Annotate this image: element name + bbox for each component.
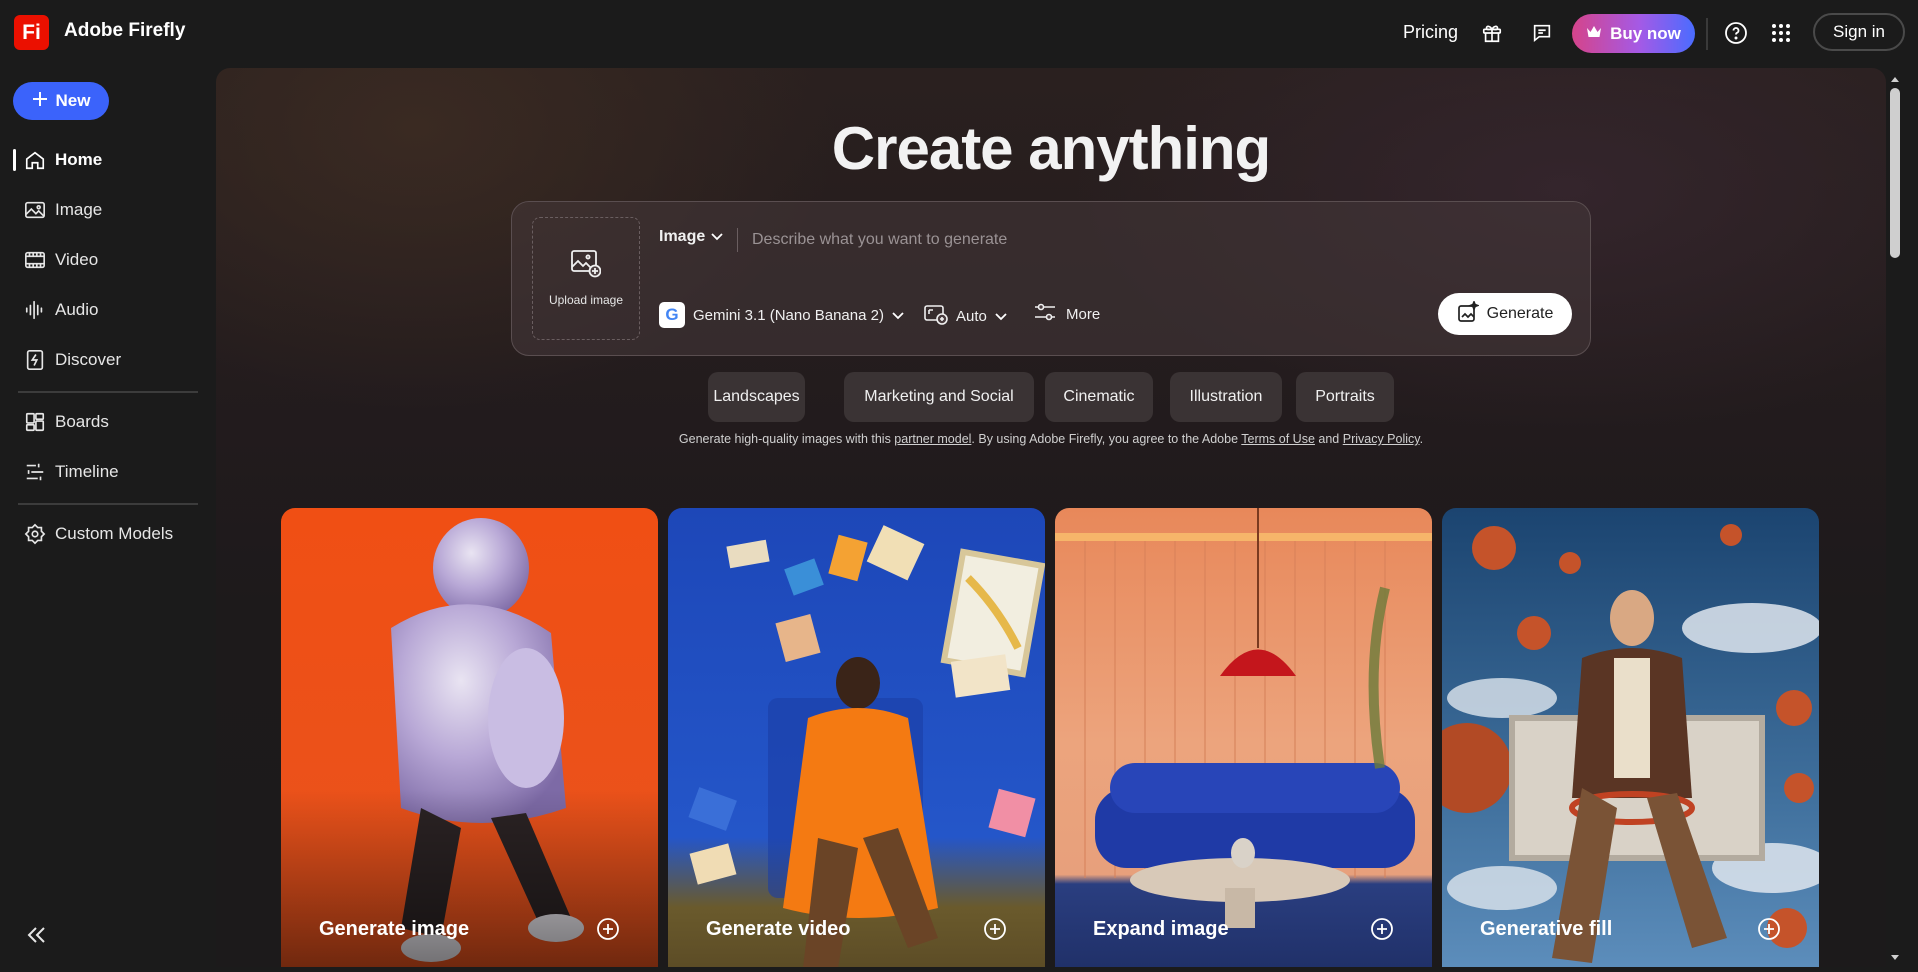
sidebar-item-label: Boards <box>55 412 109 431</box>
pricing-link[interactable]: Pricing <box>1403 22 1458 43</box>
card-image-puffer-jacket <box>281 508 658 967</box>
sidebar-item-label: Video <box>55 250 99 269</box>
collapse-sidebar-icon[interactable] <box>24 922 50 948</box>
buy-now-button[interactable]: Buy now <box>1572 14 1695 53</box>
prompt-divider <box>737 228 738 252</box>
chat-icon[interactable] <box>1530 21 1554 45</box>
discover-icon <box>24 349 46 371</box>
sidebar-item-timeline[interactable]: Timeline <box>0 452 210 492</box>
sidebar-item-audio[interactable]: Audio <box>0 290 210 330</box>
sidebar-item-label: Home <box>55 150 103 169</box>
card-image-basketball <box>1442 508 1819 967</box>
hero-title: Create anything <box>831 115 1271 182</box>
apps-grid-icon[interactable] <box>1769 21 1793 45</box>
add-circle-icon[interactable] <box>1369 916 1395 942</box>
sidebar-divider <box>18 391 198 393</box>
chevron-down-icon <box>711 228 723 246</box>
upload-image-label: Upload image <box>548 293 624 307</box>
card-generative-fill[interactable]: Generative fill <box>1442 508 1819 967</box>
privacy-policy-link[interactable]: Privacy Policy <box>1343 432 1420 446</box>
sidebar-item-label: Custom Models <box>55 524 174 543</box>
card-generate-image[interactable]: Generate image <box>281 508 658 967</box>
generate-sparkle-icon <box>1457 299 1480 328</box>
top-header: Fi Adobe Firefly Pricing Buy now Sign in <box>0 0 1918 68</box>
card-generate-video[interactable]: Generate video <box>668 508 1045 967</box>
boards-icon <box>24 411 46 433</box>
legal-text: . By using Adobe Firefly, you agree to t… <box>971 432 1242 446</box>
main-panel: Create anything Upload image Image G Gem… <box>216 68 1886 967</box>
generate-label: Generate <box>1486 305 1554 322</box>
home-icon <box>24 149 46 171</box>
crown-icon <box>1586 24 1602 44</box>
add-circle-icon[interactable] <box>595 916 621 942</box>
gift-icon[interactable] <box>1480 21 1504 45</box>
image-icon <box>24 199 46 221</box>
model-value: Gemini 3.1 (Nano Banana 2) <box>693 306 884 324</box>
card-title: Expand image <box>1093 918 1229 940</box>
plus-icon <box>32 91 48 112</box>
sidebar-item-video[interactable]: Video <box>0 240 210 280</box>
buy-now-label: Buy now <box>1610 23 1681 43</box>
sidebar-item-discover[interactable]: Discover <box>0 340 210 380</box>
legal-text: and <box>1314 432 1343 446</box>
google-logo-icon: G <box>659 302 685 328</box>
sidebar-item-label: Timeline <box>55 462 119 481</box>
content-type-value: Image <box>659 228 706 245</box>
legal-text: . <box>1419 432 1424 446</box>
audio-icon <box>24 299 46 321</box>
generate-button[interactable]: Generate <box>1438 293 1572 335</box>
new-button[interactable]: New <box>13 82 109 120</box>
chip-portraits[interactable]: Portraits <box>1296 372 1394 422</box>
card-title: Generate image <box>319 918 470 940</box>
sidebar-item-label: Image <box>55 200 103 219</box>
header-divider <box>1706 18 1708 50</box>
custom-models-icon <box>24 523 46 545</box>
scrollbar-thumb[interactable] <box>1890 88 1900 258</box>
sidebar-item-label: Audio <box>55 300 99 319</box>
new-button-label: New <box>55 91 91 110</box>
aspect-ratio-value: Auto <box>956 307 987 325</box>
card-title: Generative fill <box>1480 918 1613 940</box>
chip-illustration[interactable]: Illustration <box>1170 372 1282 422</box>
prompt-box: Upload image Image G Gemini 3.1 (Nano Ba… <box>511 201 1591 356</box>
card-image-flying-books <box>668 508 1045 967</box>
chip-marketing-and-social[interactable]: Marketing and Social <box>844 372 1034 422</box>
more-settings-button[interactable]: More <box>1034 303 1100 325</box>
content-type-dropdown[interactable]: Image <box>659 228 723 246</box>
app-title[interactable]: Adobe Firefly <box>64 20 185 42</box>
help-icon[interactable] <box>1724 21 1748 45</box>
sign-in-button[interactable]: Sign in <box>1813 13 1905 51</box>
timeline-icon <box>24 461 46 483</box>
chip-landscapes[interactable]: Landscapes <box>708 372 805 422</box>
prompt-input[interactable] <box>750 224 1550 256</box>
video-icon <box>24 249 46 271</box>
sidebar-item-image[interactable]: Image <box>0 190 210 230</box>
firefly-logo[interactable]: Fi <box>14 15 49 50</box>
sidebar-item-custom-models[interactable]: Custom Models <box>0 514 210 554</box>
aspect-ratio-icon <box>924 303 948 329</box>
card-expand-image[interactable]: Expand image <box>1055 508 1432 967</box>
add-circle-icon[interactable] <box>1756 916 1782 942</box>
legal-text: Generate high-quality images with this <box>678 432 895 446</box>
terms-of-use-link[interactable]: Terms of Use <box>1241 432 1315 446</box>
sidebar-item-boards[interactable]: Boards <box>0 402 210 442</box>
sidebar-divider <box>18 503 198 505</box>
chip-cinematic[interactable]: Cinematic <box>1045 372 1153 422</box>
partner-model-link[interactable]: partner model <box>894 432 971 446</box>
aspect-ratio-dropdown[interactable]: Auto <box>924 303 1007 329</box>
sidebar-item-label: Discover <box>55 350 122 369</box>
more-label: More <box>1066 305 1101 323</box>
add-circle-icon[interactable] <box>982 916 1008 942</box>
chevron-down-icon <box>995 308 1007 325</box>
model-dropdown[interactable]: G Gemini 3.1 (Nano Banana 2) <box>659 302 904 328</box>
sliders-icon <box>1034 303 1056 325</box>
upload-image-icon <box>571 250 602 283</box>
chevron-down-icon <box>892 307 904 324</box>
card-image-living-room <box>1055 508 1432 967</box>
sidebar-item-home[interactable]: Home <box>0 140 210 180</box>
legal-notice: Generate high-quality images with this p… <box>216 432 1886 446</box>
card-title: Generate video <box>706 918 851 940</box>
upload-image-button[interactable]: Upload image <box>532 217 640 340</box>
